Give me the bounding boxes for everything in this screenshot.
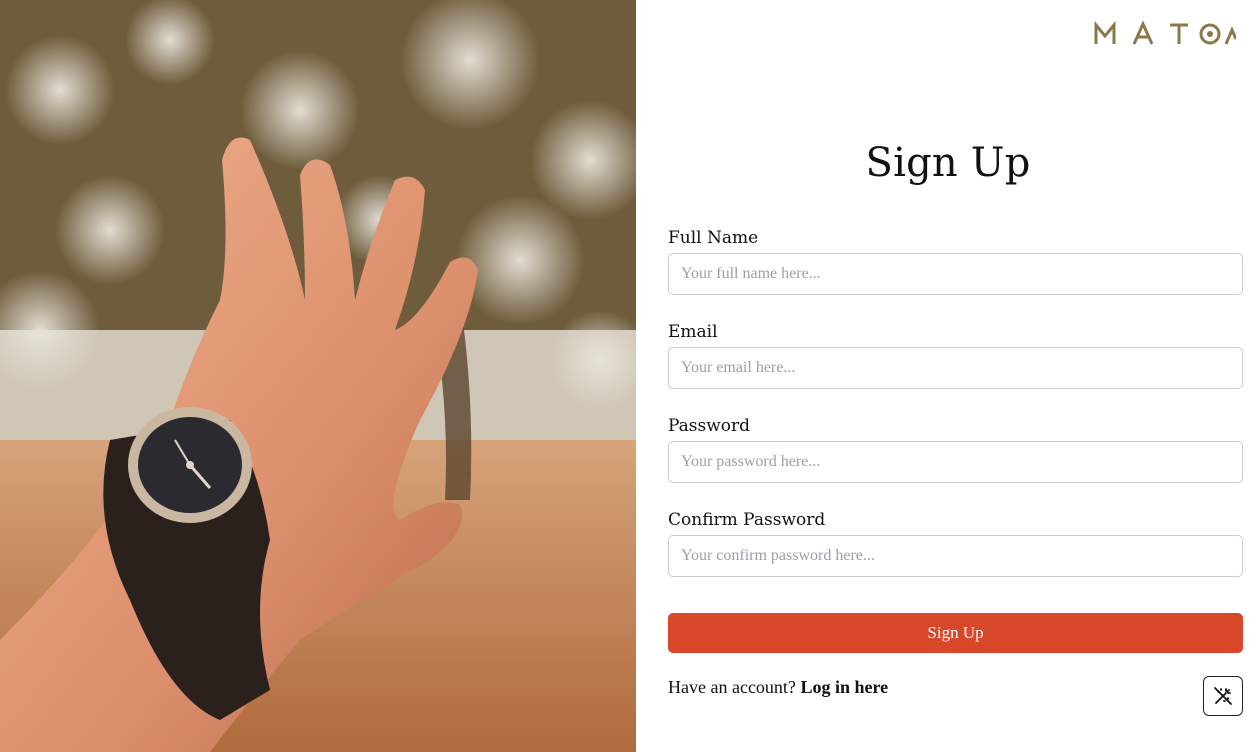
floating-action-button[interactable] (1203, 676, 1243, 716)
email-input[interactable] (668, 347, 1243, 389)
password-label: Password (668, 416, 751, 436)
signup-page: Sign Up Full Name Email Password Confirm… (0, 0, 1260, 752)
full-name-field: Full Name (668, 226, 1243, 295)
confirm-password-input[interactable] (668, 535, 1243, 577)
confirm-password-label: Confirm Password (668, 510, 826, 530)
password-field: Password (668, 414, 1243, 483)
email-field: Email (668, 320, 1243, 389)
hand-with-watch-illustration (0, 0, 636, 752)
sign-up-button[interactable]: Sign Up (668, 613, 1243, 653)
login-prompt-text: Have an account? (668, 677, 796, 697)
confirm-password-field: Confirm Password (668, 508, 1243, 577)
email-label: Email (668, 322, 718, 342)
password-input[interactable] (668, 441, 1243, 483)
login-link[interactable]: Log in here (800, 677, 888, 697)
matoa-logo[interactable] (1094, 20, 1236, 48)
full-name-input[interactable] (668, 253, 1243, 295)
login-prompt-row: Have an account? Log in here (668, 677, 888, 698)
hero-image (0, 0, 636, 752)
magic-wand-off-icon (1214, 687, 1232, 705)
full-name-label: Full Name (668, 228, 759, 248)
page-title: Sign Up (865, 140, 1031, 186)
signup-form-panel: Sign Up Full Name Email Password Confirm… (636, 0, 1260, 752)
